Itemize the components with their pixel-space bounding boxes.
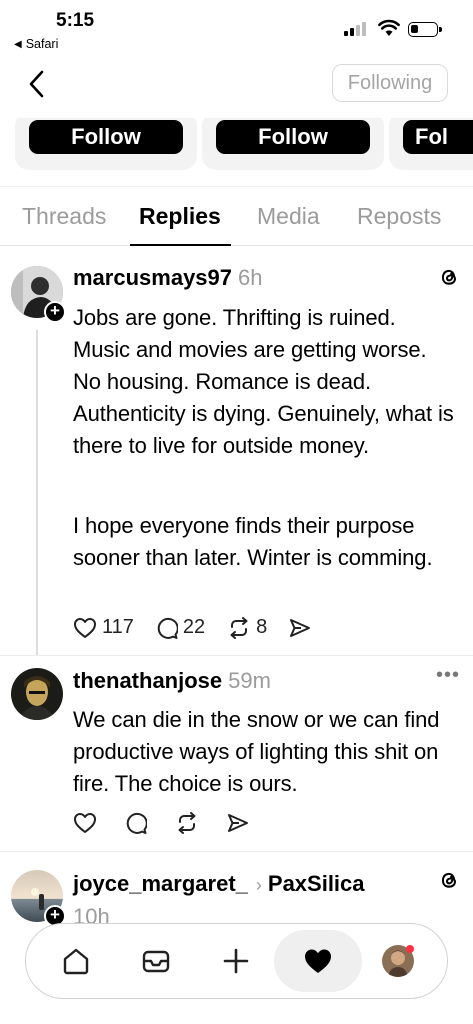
comment-count: 22: [182, 616, 206, 638]
profile-tabs: Threads Replies Media Reposts: [0, 186, 473, 246]
create-icon: [223, 948, 249, 973]
post-body-paragraph: I hope everyone finds their purpose soon…: [73, 513, 433, 570]
share-button[interactable]: [227, 813, 249, 833]
username[interactable]: marcusmays97: [73, 265, 232, 290]
nav-activity[interactable]: [288, 924, 348, 997]
comment-icon: [157, 617, 178, 639]
nav-home[interactable]: [46, 924, 106, 997]
heart-icon: [74, 813, 96, 833]
post-divider: [0, 851, 473, 852]
post-author[interactable]: marcusmays97 6h: [73, 265, 263, 291]
like-button[interactable]: 117: [73, 616, 134, 639]
tab-reposts[interactable]: Reposts: [357, 203, 441, 230]
reply-chevron-icon: ›: [255, 875, 262, 895]
nav-profile[interactable]: [368, 924, 428, 997]
bottom-navigation: [25, 923, 448, 999]
like-count: 117: [102, 616, 134, 638]
back-button[interactable]: [22, 68, 50, 100]
follow-button[interactable]: Fol: [403, 120, 473, 154]
follow-button[interactable]: Follow: [216, 120, 370, 154]
like-button[interactable]: [73, 812, 97, 834]
back-triangle-icon: ◀: [14, 38, 22, 50]
username[interactable]: thenathanjose: [73, 668, 222, 693]
suggestion-card: Follow: [15, 118, 197, 170]
back-to-safari[interactable]: ◀ Safari: [14, 37, 58, 51]
follow-plus-icon[interactable]: +: [44, 301, 66, 323]
thread-line: [36, 330, 38, 655]
comment-icon: [126, 812, 147, 834]
more-options-icon[interactable]: •••: [436, 664, 460, 687]
reply-to-username[interactable]: PaxSilica: [268, 871, 365, 896]
threads-logo-icon: [441, 269, 456, 285]
post-time: 6h: [238, 265, 263, 290]
send-icon: [228, 814, 248, 832]
avatar-photo: [11, 668, 63, 720]
threads-logo-icon: [441, 872, 456, 888]
activity-heart-icon: [305, 949, 331, 973]
tab-media[interactable]: Media: [257, 203, 320, 230]
suggestion-card: Fol: [389, 118, 473, 170]
notification-dot: [406, 945, 414, 953]
avatar[interactable]: [11, 668, 63, 720]
post-actions: [73, 812, 271, 834]
status-time: 5:15: [56, 10, 95, 31]
share-button[interactable]: [289, 618, 311, 638]
comment-button[interactable]: [125, 812, 147, 834]
post-divider: [0, 655, 473, 656]
post-author[interactable]: joyce_margaret_ › PaxSilica: [73, 871, 365, 897]
repost-icon: [178, 812, 196, 834]
repost-button[interactable]: [175, 812, 199, 834]
post-body-paragraph: Jobs are gone. Thrifting is ruined. Musi…: [73, 305, 454, 458]
send-icon: [290, 618, 311, 637]
tab-replies[interactable]: Replies: [139, 203, 221, 230]
cellular-signal-icon: [344, 22, 370, 36]
heart-icon: [74, 617, 96, 638]
post-actions: 117 22 8: [73, 616, 333, 639]
follow-button[interactable]: Follow: [29, 120, 183, 154]
wifi-icon: [378, 19, 400, 36]
battery-icon: [408, 22, 442, 37]
post-time: 59m: [228, 668, 271, 693]
repost-icon: [230, 616, 248, 639]
nav-create[interactable]: [206, 924, 266, 997]
chevron-left-icon: [29, 70, 44, 98]
status-bar: 5:15 ◀ Safari: [0, 0, 473, 56]
post-author[interactable]: thenathanjose 59m: [73, 668, 271, 694]
inbox-icon: [142, 950, 170, 972]
home-icon: [63, 948, 89, 974]
tab-threads[interactable]: Threads: [22, 203, 106, 230]
username[interactable]: joyce_margaret_: [73, 871, 248, 896]
suggestion-card: Follow: [202, 118, 384, 170]
nav-inbox[interactable]: [126, 924, 186, 997]
comment-button[interactable]: 22: [156, 616, 205, 639]
active-tab-indicator: [130, 244, 231, 246]
following-button[interactable]: Following: [332, 64, 448, 102]
suggested-profiles-carousel[interactable]: Follow Follow Fol: [0, 118, 473, 172]
repost-count: 8: [256, 616, 268, 638]
back-app-label: Safari: [25, 37, 59, 51]
post-body: We can die in the snow or we can find pr…: [73, 707, 440, 796]
repost-button[interactable]: 8: [227, 616, 267, 639]
